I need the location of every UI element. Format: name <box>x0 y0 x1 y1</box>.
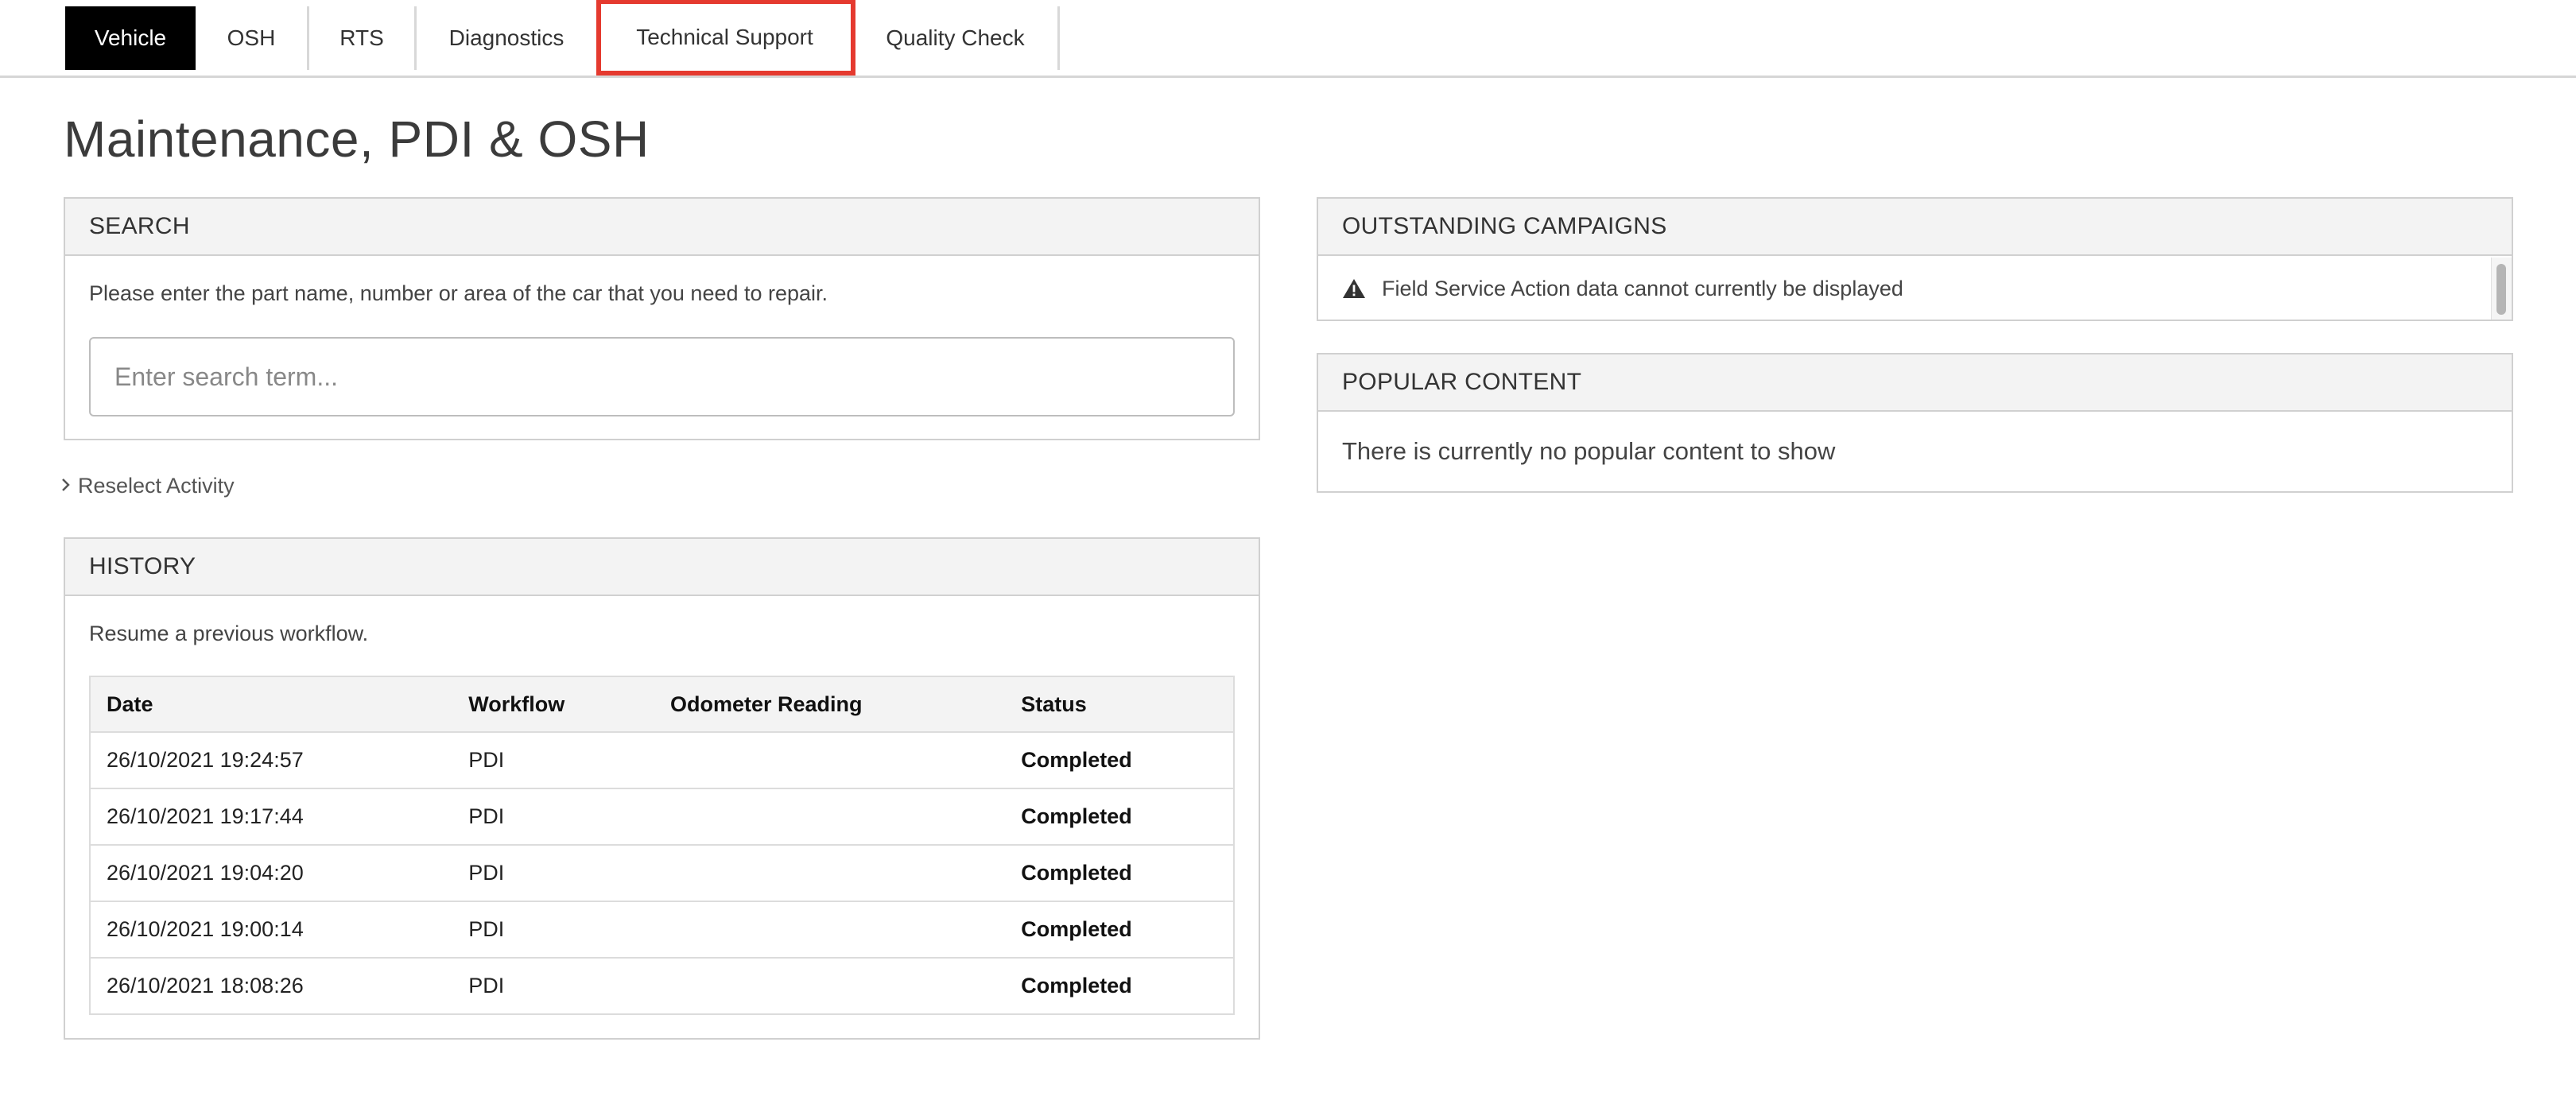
history-panel: HISTORY Resume a previous workflow. Date… <box>64 537 1260 1040</box>
column-header-odometer: Odometer Reading <box>654 676 1006 733</box>
row-status: Completed <box>1005 958 1235 1015</box>
row-workflow: PDI <box>452 958 654 1015</box>
row-odometer <box>654 732 1006 789</box>
row-status: Completed <box>1005 732 1235 789</box>
table-row[interactable]: 26/10/2021 18:08:26 PDI Completed <box>88 958 1235 1015</box>
table-row[interactable]: 26/10/2021 19:04:20 PDI Completed <box>88 845 1235 902</box>
page-title: Maintenance, PDI & OSH <box>64 110 650 168</box>
popular-panel-header: POPULAR CONTENT <box>1318 354 2512 412</box>
popular-empty-message: There is currently no popular content to… <box>1342 437 1836 465</box>
campaign-message: Field Service Action data cannot current… <box>1382 276 1903 300</box>
search-instructions: Please enter the part name, number or ar… <box>89 281 828 305</box>
row-status: Completed <box>1005 788 1235 846</box>
tab-bar: Vehicle OSH RTS Diagnostics Technical Su… <box>0 0 2576 78</box>
history-table: Date Workflow Odometer Reading Status 26… <box>88 676 1235 1015</box>
row-date: 26/10/2021 19:04:20 <box>88 845 453 902</box>
row-workflow: PDI <box>452 845 654 902</box>
history-panel-header: HISTORY <box>65 539 1259 596</box>
row-odometer <box>654 958 1006 1015</box>
table-row[interactable]: 26/10/2021 19:17:44 PDI Completed <box>88 788 1235 846</box>
row-workflow: PDI <box>452 732 654 789</box>
row-workflow: PDI <box>452 788 654 846</box>
popular-content-panel: POPULAR CONTENT There is currently no po… <box>1317 353 2513 493</box>
history-table-header-row: Date Workflow Odometer Reading Status <box>88 676 1235 733</box>
search-panel: SEARCH Please enter the part name, numbe… <box>64 197 1260 440</box>
reselect-activity-label: Reselect Activity <box>78 474 235 498</box>
row-odometer <box>654 845 1006 902</box>
column-header-status: Status <box>1005 676 1235 733</box>
row-date: 26/10/2021 19:24:57 <box>88 732 453 789</box>
tab-vehicle[interactable]: Vehicle <box>65 6 196 70</box>
row-date: 26/10/2021 19:00:14 <box>88 901 453 959</box>
row-status: Completed <box>1005 901 1235 959</box>
tab-rts[interactable]: RTS <box>309 6 417 70</box>
table-row[interactable]: 26/10/2021 19:00:14 PDI Completed <box>88 901 1235 959</box>
campaign-message-row: Field Service Action data cannot current… <box>1318 258 2512 320</box>
row-odometer <box>654 788 1006 846</box>
search-input[interactable] <box>89 337 1235 416</box>
tab-quality-check[interactable]: Quality Check <box>853 6 1060 70</box>
row-date: 26/10/2021 18:08:26 <box>88 958 453 1015</box>
chevron-right-icon <box>60 474 78 498</box>
warning-icon <box>1343 279 1365 298</box>
row-date: 26/10/2021 19:17:44 <box>88 788 453 846</box>
tab-technical-support[interactable]: Technical Support <box>596 0 855 76</box>
column-header-date: Date <box>88 676 453 733</box>
table-row[interactable]: 26/10/2021 19:24:57 PDI Completed <box>88 732 1235 789</box>
reselect-activity-link[interactable]: Reselect Activity <box>60 474 235 498</box>
tab-osh[interactable]: OSH <box>196 6 309 70</box>
campaigns-scrollbar-thumb[interactable] <box>2496 264 2506 315</box>
outstanding-campaigns-panel: OUTSTANDING CAMPAIGNS Field Service Acti… <box>1317 197 2513 321</box>
column-header-workflow: Workflow <box>452 676 654 733</box>
row-workflow: PDI <box>452 901 654 959</box>
row-status: Completed <box>1005 845 1235 902</box>
row-odometer <box>654 901 1006 959</box>
search-panel-header: SEARCH <box>65 199 1259 256</box>
campaigns-panel-header: OUTSTANDING CAMPAIGNS <box>1318 199 2512 256</box>
tab-diagnostics[interactable]: Diagnostics <box>417 6 599 70</box>
history-description: Resume a previous workflow. <box>89 622 369 645</box>
